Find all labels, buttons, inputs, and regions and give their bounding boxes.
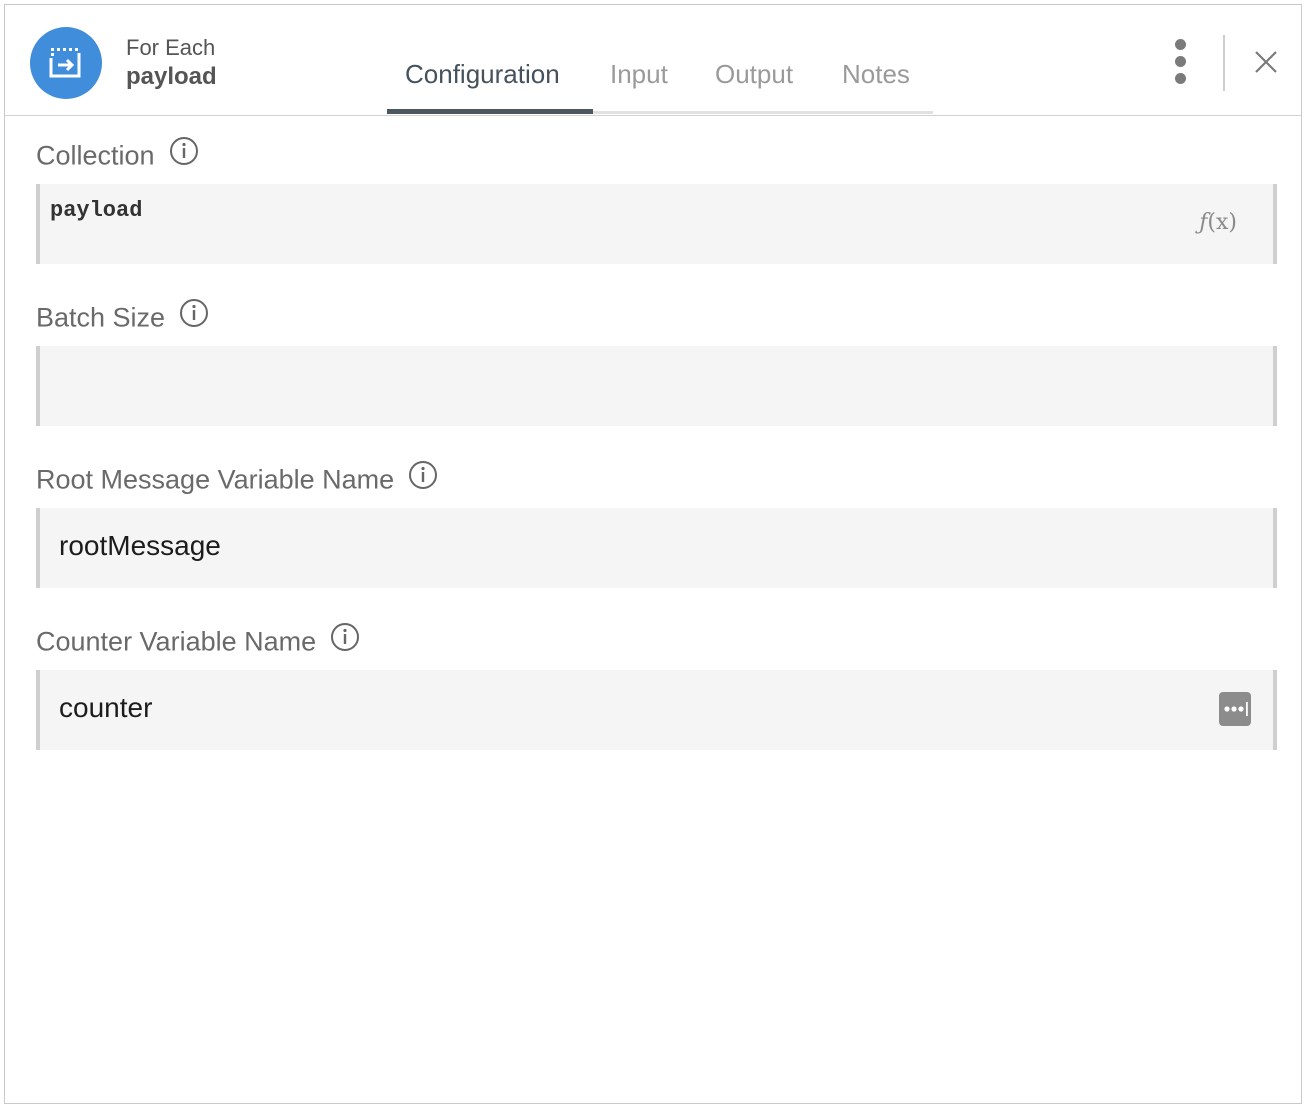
collection-label-text: Collection [36, 140, 155, 171]
tab-output[interactable]: Output [715, 59, 793, 90]
info-icon[interactable] [330, 622, 360, 659]
info-icon[interactable] [179, 298, 209, 335]
collection-field[interactable]: payload ƒ(x) [36, 184, 1277, 264]
component-title: payload [126, 63, 217, 90]
collection-value: payload [50, 198, 143, 223]
batch-size-label-text: Batch Size [36, 302, 166, 333]
for-each-icon [30, 27, 102, 99]
collection-label: Collection [36, 136, 199, 176]
more-options-icon[interactable] [1169, 37, 1193, 87]
panel-header: For Each payload Configuration Input Out… [5, 5, 1301, 116]
active-tab-indicator [387, 109, 593, 114]
password-dots-icon[interactable] [1219, 692, 1251, 726]
counter-label-text: Counter Variable Name [36, 626, 317, 657]
info-icon[interactable] [408, 460, 438, 497]
root-message-field[interactable]: rootMessage [36, 508, 1277, 588]
for-each-config-panel: For Each payload Configuration Input Out… [4, 4, 1302, 1104]
root-message-label: Root Message Variable Name [36, 460, 438, 500]
tab-notes[interactable]: Notes [842, 59, 910, 90]
counter-field[interactable]: counter [36, 670, 1277, 750]
batch-size-field[interactable] [36, 346, 1277, 426]
expression-button[interactable]: ƒ(x) [1199, 210, 1237, 235]
info-icon[interactable] [169, 136, 199, 173]
tab-input[interactable]: Input [610, 59, 668, 90]
tab-configuration[interactable]: Configuration [405, 59, 560, 90]
counter-value: counter [59, 692, 153, 723]
close-icon[interactable] [1251, 47, 1281, 77]
component-type-label: For Each [126, 35, 216, 60]
batch-size-label: Batch Size [36, 298, 209, 338]
root-message-label-text: Root Message Variable Name [36, 464, 395, 495]
tab-bar-underline [593, 111, 933, 114]
counter-label: Counter Variable Name [36, 622, 360, 662]
header-divider [1223, 35, 1225, 91]
root-message-value: rootMessage [59, 530, 221, 561]
